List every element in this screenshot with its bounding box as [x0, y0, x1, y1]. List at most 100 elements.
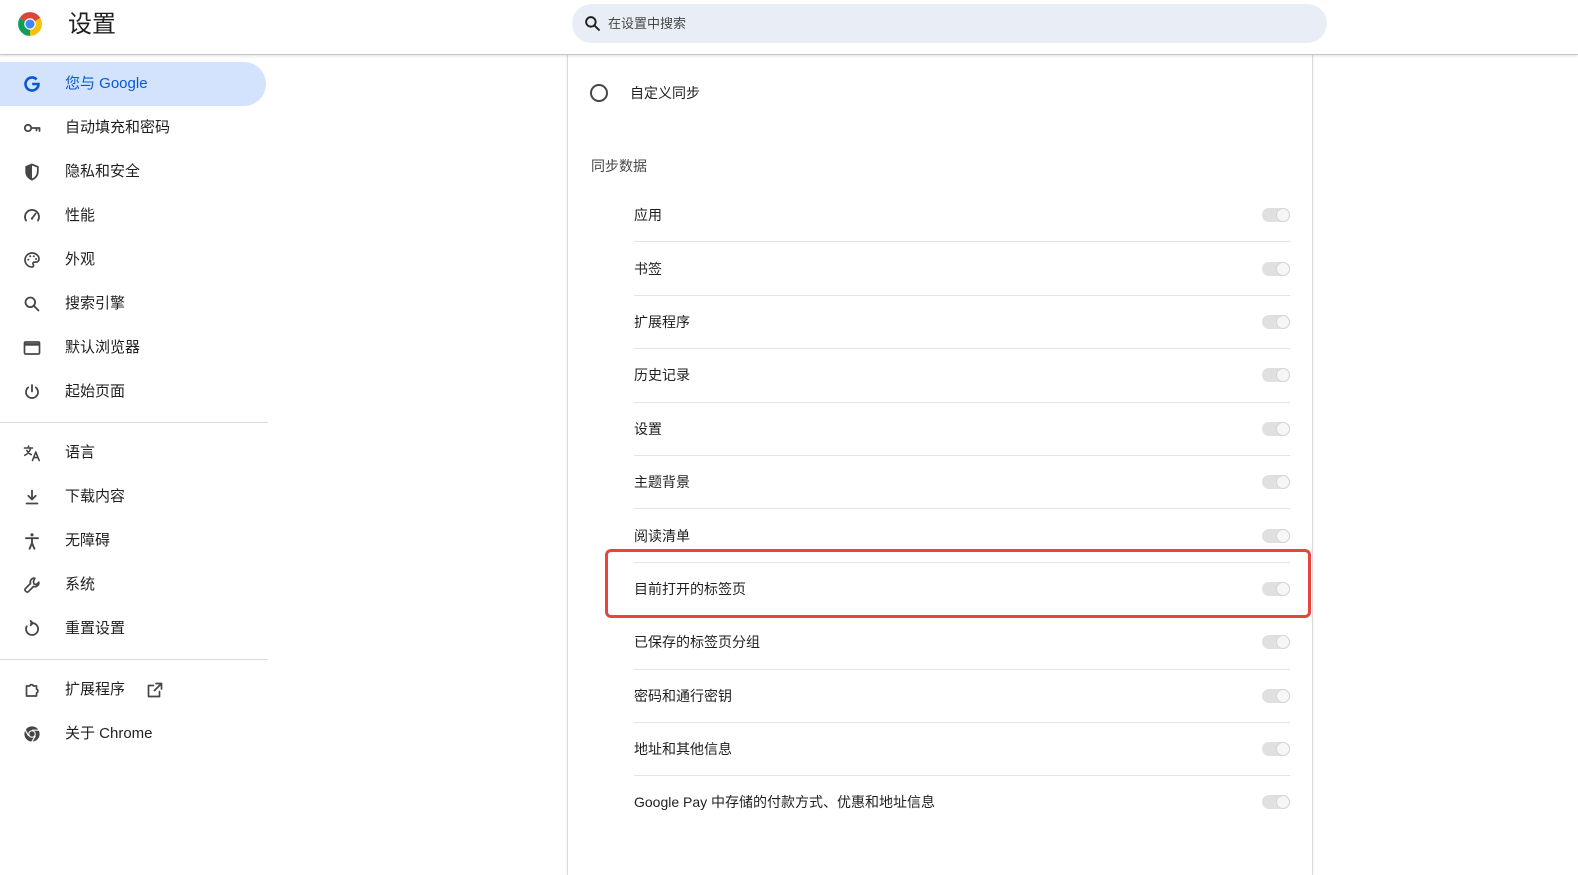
google-g-icon [22, 74, 42, 94]
sidebar-item-privacy-security[interactable]: 隐私和安全 [0, 150, 266, 194]
sidebar-item-label: 隐私和安全 [65, 163, 141, 180]
toggle-knob [1277, 689, 1289, 702]
sync-item-passwords-passkeys: 密码和通行密钥 [634, 668, 1290, 722]
accessibility-icon [22, 531, 42, 551]
sync-item-bookmarks: 书签 [634, 241, 1290, 294]
puzzle-icon [22, 680, 42, 700]
toggle-knob [1277, 636, 1289, 649]
sidebar-item-label: 语言 [65, 444, 96, 461]
sync-toggle[interactable] [1262, 635, 1290, 650]
sync-toggle[interactable] [1262, 421, 1290, 436]
toggle-knob [1277, 529, 1289, 542]
chrome-icon [22, 724, 42, 744]
sidebar-item-label: 重置设置 [65, 620, 126, 637]
custom-sync-label: 自定义同步 [630, 85, 700, 101]
wrench-icon [22, 575, 42, 595]
toggle-knob [1277, 208, 1289, 221]
download-icon [22, 487, 42, 507]
sync-item-reading-list: 阅读清单 [634, 508, 1290, 561]
sync-item-label: 目前打开的标签页 [634, 580, 746, 597]
sync-toggle[interactable] [1262, 688, 1290, 703]
sync-item-label: 阅读清单 [634, 527, 690, 544]
sync-item-label: 已保存的标签页分组 [634, 634, 760, 651]
toggle-knob [1277, 315, 1289, 328]
reset-icon [22, 619, 42, 639]
search-bar[interactable] [572, 4, 1327, 43]
sync-toggle[interactable] [1262, 581, 1290, 596]
sync-item-label: 设置 [634, 420, 662, 437]
sidebar-item-appearance[interactable]: 外观 [0, 238, 266, 282]
settings-header: 设置 [0, 0, 1578, 55]
search-icon [583, 14, 602, 33]
sidebar-item-label: 扩展程序 [65, 681, 126, 698]
sync-item-label: 密码和通行密钥 [634, 687, 732, 704]
toggle-knob [1277, 262, 1289, 275]
toggle-knob [1277, 743, 1289, 756]
sync-toggle[interactable] [1262, 475, 1290, 490]
sidebar-item-label: 默认浏览器 [65, 339, 141, 356]
sidebar-item-label: 外观 [65, 251, 96, 268]
sidebar-item-about-chrome[interactable]: 关于 Chrome [0, 712, 266, 756]
power-icon [22, 382, 42, 402]
sidebar-item-label: 无障碍 [65, 532, 111, 549]
sidebar-item-default-browser[interactable]: 默认浏览器 [0, 326, 266, 370]
sync-toggle[interactable] [1262, 742, 1290, 757]
sidebar-item-extensions[interactable]: 扩展程序 [0, 668, 266, 712]
sidebar-divider [0, 659, 268, 660]
sidebar-item-label: 关于 Chrome [65, 725, 153, 742]
sync-data-heading: 同步数据 [591, 158, 647, 174]
sync-item-label: Google Pay 中存储的付款方式、优惠和地址信息 [634, 794, 936, 811]
sidebar-item-label: 自动填充和密码 [65, 119, 171, 136]
external-link-icon [145, 680, 165, 700]
gauge-icon [22, 206, 42, 226]
custom-sync-option[interactable]: 自定义同步 [590, 83, 700, 103]
sidebar-item-label: 系统 [65, 576, 96, 593]
sync-item-label: 主题背景 [634, 474, 690, 491]
sync-item-open-tabs: 目前打开的标签页 [634, 561, 1290, 615]
sync-item-settings: 设置 [634, 401, 1290, 455]
sidebar-item-label: 下载内容 [65, 488, 126, 505]
sidebar-item-label: 您与 Google [65, 75, 148, 92]
sync-settings-card: 自定义同步 同步数据 应用 书签 扩展程序 历史记录 设置 主题背景 阅读清单 [568, 55, 1312, 875]
sync-item-extensions: 扩展程序 [634, 294, 1290, 348]
page-title: 设置 [68, 11, 116, 38]
toggle-knob [1277, 422, 1289, 435]
sidebar-item-on-startup[interactable]: 起始页面 [0, 370, 266, 414]
sidebar-item-system[interactable]: 系统 [0, 563, 266, 607]
sync-item-label: 地址和其他信息 [634, 741, 732, 758]
sidebar-item-languages[interactable]: 语言 [0, 431, 266, 475]
sync-toggle[interactable] [1262, 528, 1290, 543]
translate-icon [22, 443, 42, 463]
sidebar: 您与 Google 自动填充和密码 隐私和安全 性能 外观 搜索引擎 默认浏览器… [0, 55, 270, 875]
sidebar-item-you-and-google[interactable]: 您与 Google [0, 62, 266, 106]
sidebar-item-label: 性能 [65, 207, 96, 224]
sidebar-item-label: 搜索引擎 [65, 295, 126, 312]
sync-item-history: 历史记录 [634, 348, 1290, 401]
sidebar-item-autofill-passwords[interactable]: 自动填充和密码 [0, 106, 266, 150]
sidebar-item-search-engine[interactable]: 搜索引擎 [0, 282, 266, 326]
sync-toggle[interactable] [1262, 207, 1290, 222]
sidebar-item-performance[interactable]: 性能 [0, 194, 266, 238]
sidebar-item-reset-settings[interactable]: 重置设置 [0, 607, 266, 651]
palette-icon [22, 250, 42, 270]
sync-toggle[interactable] [1262, 368, 1290, 383]
sync-item-label: 应用 [634, 206, 662, 223]
browser-window-icon [22, 338, 42, 358]
toggle-knob [1277, 582, 1289, 595]
toggle-knob [1277, 796, 1289, 809]
search-input[interactable] [608, 4, 1308, 43]
sync-item-themes: 主题背景 [634, 454, 1290, 508]
search-icon [22, 294, 42, 314]
sidebar-item-downloads[interactable]: 下载内容 [0, 475, 266, 519]
sync-item-saved-tab-groups: 已保存的标签页分组 [634, 615, 1290, 668]
sync-toggle[interactable] [1262, 314, 1290, 329]
custom-sync-radio[interactable] [590, 84, 608, 102]
sidebar-item-accessibility[interactable]: 无障碍 [0, 519, 266, 563]
sync-toggle[interactable] [1262, 795, 1290, 810]
toggle-knob [1277, 369, 1289, 382]
sync-item-google-pay: Google Pay 中存储的付款方式、优惠和地址信息 [634, 775, 1290, 828]
chrome-logo-icon [17, 11, 43, 37]
sync-toggle[interactable] [1262, 261, 1290, 276]
sync-item-label: 书签 [634, 260, 662, 277]
key-icon [22, 118, 42, 138]
